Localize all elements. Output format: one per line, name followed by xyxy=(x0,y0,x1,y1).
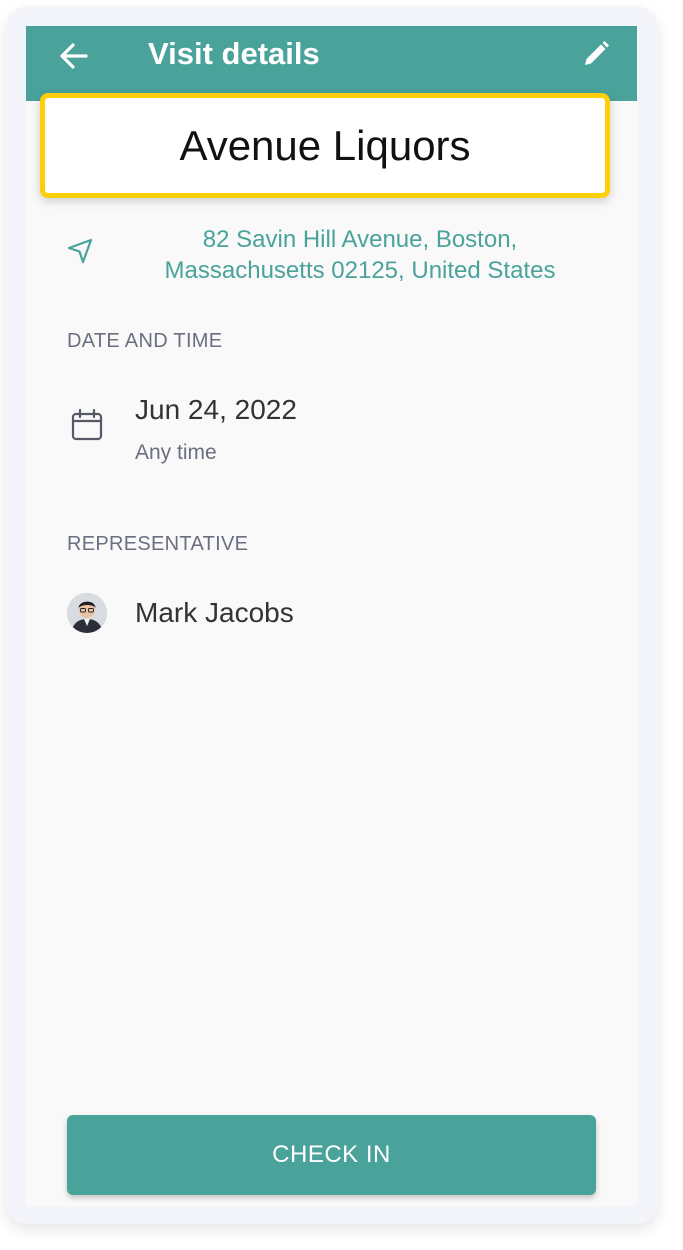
phone-screen: Visit details xyxy=(26,26,637,1206)
representative-name: Mark Jacobs xyxy=(135,597,294,628)
calendar-icon xyxy=(71,408,103,441)
store-address-link[interactable]: 82 Savin Hill Avenue, Boston, Massachuse… xyxy=(110,224,610,286)
navigation-arrow-icon xyxy=(67,238,93,264)
address-line-1: 82 Savin Hill Avenue, Boston, xyxy=(202,226,518,253)
avatar xyxy=(67,593,107,633)
address-line-2: Massachusetts 02125, United States xyxy=(164,257,556,284)
pencil-icon xyxy=(585,41,609,65)
page-title: Visit details xyxy=(148,36,320,71)
edit-button[interactable] xyxy=(580,38,612,70)
back-button[interactable] xyxy=(56,38,92,74)
store-name-highlight: Avenue Liquors xyxy=(40,93,610,198)
representative-section-label: REPRESENTATIVE xyxy=(67,533,249,555)
app-bar: Visit details xyxy=(26,26,637,101)
visit-date: Jun 24, 2022 xyxy=(135,394,297,425)
arrow-left-icon xyxy=(60,43,88,69)
store-name: Avenue Liquors xyxy=(179,121,471,169)
visit-time: Any time xyxy=(135,441,217,464)
check-in-button[interactable]: CHECK IN xyxy=(67,1115,596,1195)
date-section-label: DATE AND TIME xyxy=(67,330,223,352)
